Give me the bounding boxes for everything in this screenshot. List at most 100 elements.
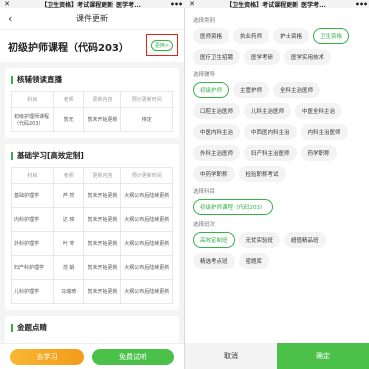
filter-option-chip[interactable]: 医疗卫生招聘 bbox=[193, 49, 241, 65]
table-row: 初级护理师课程（代码203） 暂无 暂未开始更新 待定 bbox=[11, 107, 173, 132]
filter-options: 初级护师课程（代码203） bbox=[193, 199, 361, 215]
filter-option-chip[interactable]: 妇产科主治医师 bbox=[244, 145, 297, 161]
filter-option-chip[interactable]: 内科主治医师 bbox=[300, 124, 348, 140]
go-study-button[interactable]: 去学习 bbox=[10, 348, 84, 365]
column-header: 预计更新时间 bbox=[120, 91, 173, 108]
basic-study-section: 基础学习[高效定制] 科目 老师 更新内容 预计更新时间 基础护理学 芦 然 暂… bbox=[5, 144, 179, 310]
cell-content: 暂未开始更新 bbox=[83, 279, 122, 304]
cell-teacher: 暂无 bbox=[52, 107, 85, 132]
cell-teacher: 马瑞琦 bbox=[52, 279, 85, 304]
column-header: 更新内容 bbox=[83, 167, 122, 184]
cell-subject: 基础护理学 bbox=[11, 183, 54, 208]
cancel-button[interactable]: 取消 bbox=[185, 343, 277, 369]
filter-option-chip[interactable]: 无忧实验班 bbox=[238, 232, 281, 248]
filter-option-chip[interactable]: 外科主治医师 bbox=[193, 145, 241, 161]
filter-option-chip[interactable]: 医学考研 bbox=[244, 49, 281, 65]
filter-footer: 取消 确定 bbox=[185, 343, 369, 369]
column-header: 科目 bbox=[11, 91, 54, 108]
filter-option-chip[interactable]: 执业药师 bbox=[233, 28, 270, 44]
filter-option-chip[interactable]: 中医全科主治 bbox=[295, 103, 343, 119]
table-row: 内科护理学 达 璋 暂未开始更新 大纲公布后陆续更新 bbox=[11, 207, 173, 232]
filter-option-chip[interactable]: 检验职称考试 bbox=[238, 166, 286, 182]
filter-group-title: 选择类别 bbox=[193, 18, 216, 24]
close-icon[interactable]: ✕ bbox=[0, 0, 14, 8]
filter-option-chip[interactable]: 超值精品班 bbox=[284, 232, 326, 248]
cell-content: 暂未开始更新 bbox=[83, 107, 122, 132]
cell-subject: 内科护理学 bbox=[11, 207, 54, 232]
filter-option-chip[interactable]: 中药学职称 bbox=[193, 166, 235, 182]
window-title: 【卫生资格】考试课程更新_医学考... bbox=[226, 1, 326, 9]
cell-teacher: 叶 苓 bbox=[52, 231, 85, 256]
table-row: 基础护理学 芦 然 暂未开始更新 大纲公布后陆续更新 bbox=[11, 183, 173, 208]
back-icon[interactable]: ‹ bbox=[8, 12, 12, 25]
update-table: 科目 老师 更新内容 预计更新时间 初级护理师课程（代码203） 暂无 暂未开始… bbox=[11, 91, 173, 132]
filter-group-title: 选择班次 bbox=[193, 222, 216, 228]
cell-content: 暂未开始更新 bbox=[83, 231, 122, 256]
filter-option-chip[interactable]: 卫生资格 bbox=[313, 28, 350, 44]
filter-option-chip[interactable]: 高效定制班 bbox=[193, 232, 235, 248]
section-header: 核辅领读直播 bbox=[11, 74, 173, 85]
window-title: 【卫生资格】考试课程更新_医学考... bbox=[41, 1, 141, 9]
filter-option-chip[interactable]: 药学职称 bbox=[300, 145, 337, 161]
cell-content: 暂未开始更新 bbox=[83, 207, 122, 232]
nav-bar: ‹ 课件更新 bbox=[0, 8, 184, 30]
section-accent-bar bbox=[11, 75, 13, 84]
right-titlebar: ✕ 【卫生资格】考试课程更新_医学考... ••• bbox=[185, 0, 369, 8]
filter-option-chip[interactable]: 主管护师 bbox=[233, 82, 270, 98]
filter-option-chip[interactable]: 儿科主治医师 bbox=[244, 103, 292, 119]
cell-content: 暂未开始更新 bbox=[83, 183, 122, 208]
bottom-action-bar: 去学习 免费试听 bbox=[0, 343, 184, 369]
live-section: 核辅领读直播 科目 老师 更新内容 预计更新时间 初级护理师课程（代码203） … bbox=[5, 68, 179, 138]
column-header: 科目 bbox=[11, 167, 54, 184]
cell-subject: 妇产科护理学 bbox=[11, 255, 54, 280]
title-bars: ✕ 【卫生资格】考试课程更新_医学考... ••• ✕ 【卫生资格】考试课程更新… bbox=[0, 0, 369, 8]
filter-option-chip[interactable]: 初级护师 bbox=[193, 82, 230, 98]
cell-time: 待定 bbox=[120, 107, 173, 132]
cell-teacher: 范 娟 bbox=[52, 255, 85, 280]
section-title: 金题点睛 bbox=[17, 323, 47, 332]
course-title: 初级护师课程（代码203） bbox=[8, 42, 129, 54]
cell-teacher: 芦 然 bbox=[52, 183, 85, 208]
column-header: 更新内容 bbox=[83, 91, 122, 108]
filter-option-chip[interactable]: 医师资格 bbox=[193, 28, 230, 44]
cell-content: 暂未开始更新 bbox=[83, 255, 122, 280]
update-table: 科目 老师 更新内容 预计更新时间 基础护理学 芦 然 暂未开始更新 大纲公布后… bbox=[11, 167, 173, 304]
course-update-panel: ‹ 课件更新 初级护师课程（代码203） 更换> 核辅领读直播 科目 老师 更新… bbox=[0, 8, 184, 369]
table-row: 妇产科护理学 范 娟 暂未开始更新 大纲公布后陆续更新 bbox=[11, 255, 173, 280]
column-header: 老师 bbox=[52, 91, 85, 108]
column-header: 预计更新时间 bbox=[120, 167, 173, 184]
cell-time: 大纲公布后陆续更新 bbox=[120, 255, 173, 280]
filter-option-chip[interactable]: 中西医内科主治 bbox=[244, 124, 297, 140]
cell-time: 大纲公布后陆续更新 bbox=[120, 279, 173, 304]
section-accent-bar bbox=[11, 323, 13, 332]
cell-subject: 初级护理师课程（代码203） bbox=[11, 107, 54, 132]
more-icon[interactable]: ••• bbox=[353, 0, 369, 8]
filter-options: 高效定制班 无忧实验班 超值精品班精选考点班 密题库 bbox=[193, 232, 361, 269]
cell-subject: 儿科护理学 bbox=[11, 279, 54, 304]
section-accent-bar bbox=[11, 151, 13, 160]
section-title: 核辅领读直播 bbox=[17, 75, 62, 84]
filter-option-chip[interactable]: 口腔主治医师 bbox=[193, 103, 241, 119]
more-icon[interactable]: ••• bbox=[168, 0, 184, 8]
filter-option-chip[interactable]: 中医内科主治 bbox=[193, 124, 241, 140]
confirm-button[interactable]: 确定 bbox=[277, 343, 369, 369]
filter-option-chip[interactable]: 护士资格 bbox=[273, 28, 310, 44]
free-trial-button[interactable]: 免费试听 bbox=[92, 348, 174, 365]
page-title: 课件更新 bbox=[76, 14, 108, 23]
left-titlebar: ✕ 【卫生资格】考试课程更新_医学考... ••• bbox=[0, 0, 184, 8]
close-icon[interactable]: ✕ bbox=[185, 0, 199, 8]
filter-option-chip[interactable]: 密题库 bbox=[238, 253, 270, 269]
cell-time: 大纲公布后陆续更新 bbox=[120, 231, 173, 256]
filter-options: 初级护师 主管护师 全科主治医师口腔主治医师 儿科主治医师 中医全科主治中医内科主治 中西… bbox=[193, 82, 361, 182]
cell-subject: 外科护理学 bbox=[11, 231, 54, 256]
filter-group-title: 选择科目 bbox=[193, 189, 216, 195]
switch-course-button[interactable]: 更换> bbox=[150, 39, 174, 51]
table-row: 儿科护理学 马瑞琦 暂未开始更新 大纲公布后陆续更新 bbox=[11, 279, 173, 304]
filter-option-chip[interactable]: 精选考点班 bbox=[193, 253, 235, 269]
filter-option-chip[interactable]: 全科主治医师 bbox=[273, 82, 321, 98]
column-header: 老师 bbox=[52, 167, 85, 184]
filter-group-title: 选择辅导 bbox=[193, 72, 216, 78]
filter-option-chip[interactable]: 医学实用技术 bbox=[284, 49, 332, 65]
filter-option-chip[interactable]: 初级护师课程（代码203） bbox=[193, 199, 273, 215]
section-header: 基础学习[高效定制] bbox=[11, 150, 173, 161]
